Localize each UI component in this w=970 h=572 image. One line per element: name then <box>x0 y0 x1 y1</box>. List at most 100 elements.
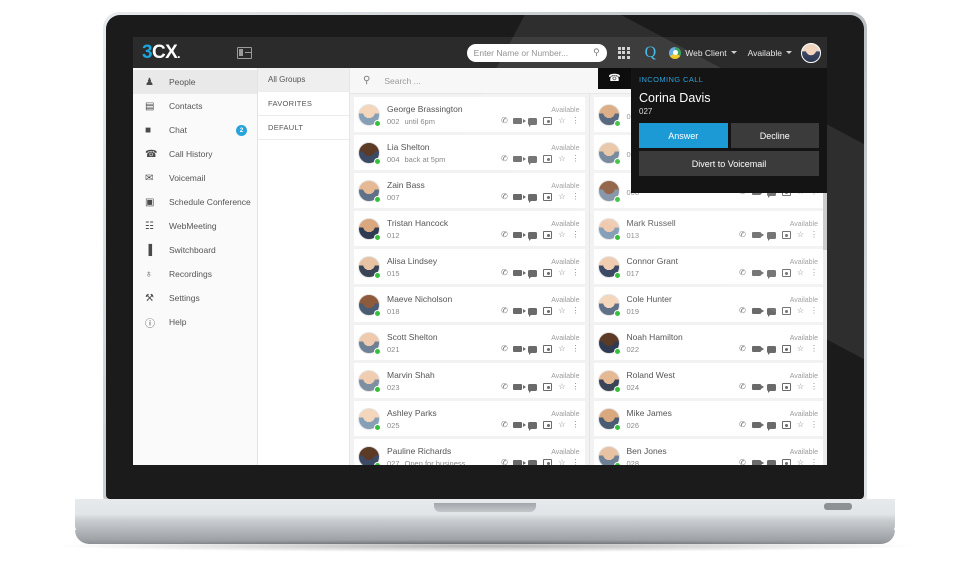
app-logo[interactable]: 3CX. <box>142 43 180 62</box>
call-icon[interactable]: ✆ <box>739 382 747 392</box>
more-options-icon[interactable]: ⋮ <box>810 383 818 391</box>
favorite-star-icon[interactable]: ☆ <box>797 231 804 239</box>
chat-icon[interactable] <box>766 307 776 317</box>
video-call-icon[interactable] <box>751 346 765 352</box>
video-call-icon[interactable] <box>751 232 765 238</box>
sidebar-item-chat[interactable]: ■ Chat 2 <box>133 118 257 142</box>
conference-icon[interactable] <box>543 459 553 465</box>
call-icon[interactable]: ✆ <box>500 382 508 392</box>
contact-row[interactable]: George Brassington Available 002 until 6pm ✆… <box>354 97 585 132</box>
call-icon[interactable]: ✆ <box>500 230 508 240</box>
favorite-star-icon[interactable]: ☆ <box>797 269 804 277</box>
video-call-icon[interactable] <box>513 460 526 465</box>
contact-card-icon[interactable] <box>236 46 252 59</box>
favorite-star-icon[interactable]: ☆ <box>558 345 565 353</box>
sidebar-item-recordings[interactable]: ♁ Recordings <box>133 262 257 286</box>
chat-icon[interactable] <box>766 231 776 241</box>
call-icon[interactable]: ✆ <box>739 268 747 278</box>
contact-row[interactable]: Maeve Nicholson Available 018 ✆ ☆ ⋮ <box>354 287 585 322</box>
contact-row[interactable]: Roland West Available 024 ✆ ☆ ⋮ <box>593 363 823 398</box>
sidebar-item-call-history[interactable]: ☎ Call History <box>133 142 257 166</box>
more-options-icon[interactable]: ⋮ <box>572 269 580 277</box>
contact-row[interactable]: Tristan Hancock Available 012 ✆ ☆ ⋮ <box>354 211 585 246</box>
chat-icon[interactable] <box>528 269 538 279</box>
contact-row[interactable]: Alisa Lindsey Available 015 ✆ ☆ ⋮ <box>354 249 585 284</box>
contact-row[interactable]: Scott Shelton Available 021 ✆ ☆ ⋮ <box>354 325 585 360</box>
avatar[interactable] <box>801 42 821 63</box>
video-call-icon[interactable] <box>513 232 526 238</box>
conference-icon[interactable] <box>543 231 553 239</box>
conference-icon[interactable] <box>781 459 791 465</box>
favorite-star-icon[interactable]: ☆ <box>558 117 565 125</box>
group-item-all-groups[interactable]: All Groups <box>258 68 349 92</box>
favorite-star-icon[interactable]: ☆ <box>797 307 804 315</box>
contact-row[interactable]: Ashley Parks Available 025 ✆ ☆ ⋮ <box>354 401 585 436</box>
favorite-star-icon[interactable]: ☆ <box>558 269 565 277</box>
call-icon[interactable]: ✆ <box>739 344 747 354</box>
chat-icon[interactable] <box>766 345 776 355</box>
video-call-icon[interactable] <box>513 346 526 352</box>
call-icon[interactable]: ✆ <box>739 230 747 240</box>
call-icon[interactable]: ✆ <box>500 268 508 278</box>
chat-icon[interactable] <box>528 155 538 165</box>
sidebar-item-webmeeting[interactable]: ☷ WebMeeting <box>133 214 257 238</box>
chat-icon[interactable] <box>528 307 538 317</box>
favorite-star-icon[interactable]: ☆ <box>558 155 565 163</box>
more-options-icon[interactable]: ⋮ <box>572 231 580 239</box>
decline-button[interactable]: Decline <box>730 123 819 148</box>
video-call-icon[interactable] <box>513 118 526 124</box>
favorite-star-icon[interactable]: ☆ <box>797 383 804 391</box>
video-call-icon[interactable] <box>513 194 526 200</box>
video-call-icon[interactable] <box>751 460 765 465</box>
favorite-star-icon[interactable]: ☆ <box>558 421 565 429</box>
conference-icon[interactable] <box>543 307 553 315</box>
more-options-icon[interactable]: ⋮ <box>810 345 818 353</box>
conference-icon[interactable] <box>781 269 791 277</box>
web-client-selector[interactable]: Web Client <box>669 46 737 59</box>
contact-row[interactable]: Mike James Available 026 ✆ ☆ ⋮ <box>593 401 823 436</box>
contact-row[interactable]: Mark Russell Available 013 ✆ ☆ ⋮ <box>593 211 823 246</box>
call-icon[interactable]: ✆ <box>500 116 508 126</box>
sidebar-item-schedule-conference[interactable]: ▣ Schedule Conference <box>133 190 257 214</box>
chat-icon[interactable] <box>528 421 538 431</box>
chat-icon[interactable] <box>528 117 538 127</box>
more-options-icon[interactable]: ⋮ <box>810 269 818 277</box>
video-call-icon[interactable] <box>513 270 526 276</box>
incoming-call-tab[interactable]: ☎ <box>598 68 631 89</box>
chat-icon[interactable] <box>528 345 538 355</box>
contact-row[interactable]: Connor Grant Available 017 ✆ ☆ ⋮ <box>593 249 823 284</box>
video-call-icon[interactable] <box>751 384 765 390</box>
sidebar-item-help[interactable]: ⓘ Help <box>133 310 257 334</box>
call-icon[interactable]: ✆ <box>500 420 508 430</box>
conference-icon[interactable] <box>543 193 553 201</box>
favorite-star-icon[interactable]: ☆ <box>797 345 804 353</box>
apps-grid-icon[interactable] <box>617 46 632 59</box>
video-call-icon[interactable] <box>751 308 765 314</box>
favorite-star-icon[interactable]: ☆ <box>558 307 565 315</box>
call-icon[interactable]: ✆ <box>500 154 508 164</box>
more-options-icon[interactable]: ⋮ <box>572 459 580 466</box>
group-item-favorites[interactable]: FAVORITES <box>258 92 349 116</box>
call-icon[interactable]: ✆ <box>739 458 747 465</box>
contact-row[interactable]: Noah Hamilton Available 022 ✆ ☆ ⋮ <box>593 325 823 360</box>
more-options-icon[interactable]: ⋮ <box>572 193 580 201</box>
conference-icon[interactable] <box>543 383 553 391</box>
video-call-icon[interactable] <box>513 156 526 162</box>
more-options-icon[interactable]: ⋮ <box>572 383 580 391</box>
search-input[interactable]: Enter Name or Number... ⚲ <box>466 43 607 62</box>
chat-icon[interactable] <box>766 421 776 431</box>
chat-icon[interactable] <box>528 459 538 465</box>
sidebar-item-settings[interactable]: ⚒ Settings <box>133 286 257 310</box>
favorite-star-icon[interactable]: ☆ <box>558 383 565 391</box>
more-options-icon[interactable]: ⋮ <box>810 231 818 239</box>
more-options-icon[interactable]: ⋮ <box>810 421 818 429</box>
more-options-icon[interactable]: ⋮ <box>572 155 580 163</box>
status-selector[interactable]: Available <box>748 48 792 58</box>
sidebar-item-contacts[interactable]: ▤ Contacts <box>133 94 257 118</box>
contact-row[interactable]: Marvin Shah Available 023 ✆ ☆ ⋮ <box>354 363 585 398</box>
more-options-icon[interactable]: ⋮ <box>810 459 818 466</box>
conference-icon[interactable] <box>543 155 553 163</box>
more-options-icon[interactable]: ⋮ <box>572 307 580 315</box>
contact-row[interactable]: Pauline Richards Available 027 Open for bus… <box>354 439 585 465</box>
call-icon[interactable]: ✆ <box>500 344 508 354</box>
